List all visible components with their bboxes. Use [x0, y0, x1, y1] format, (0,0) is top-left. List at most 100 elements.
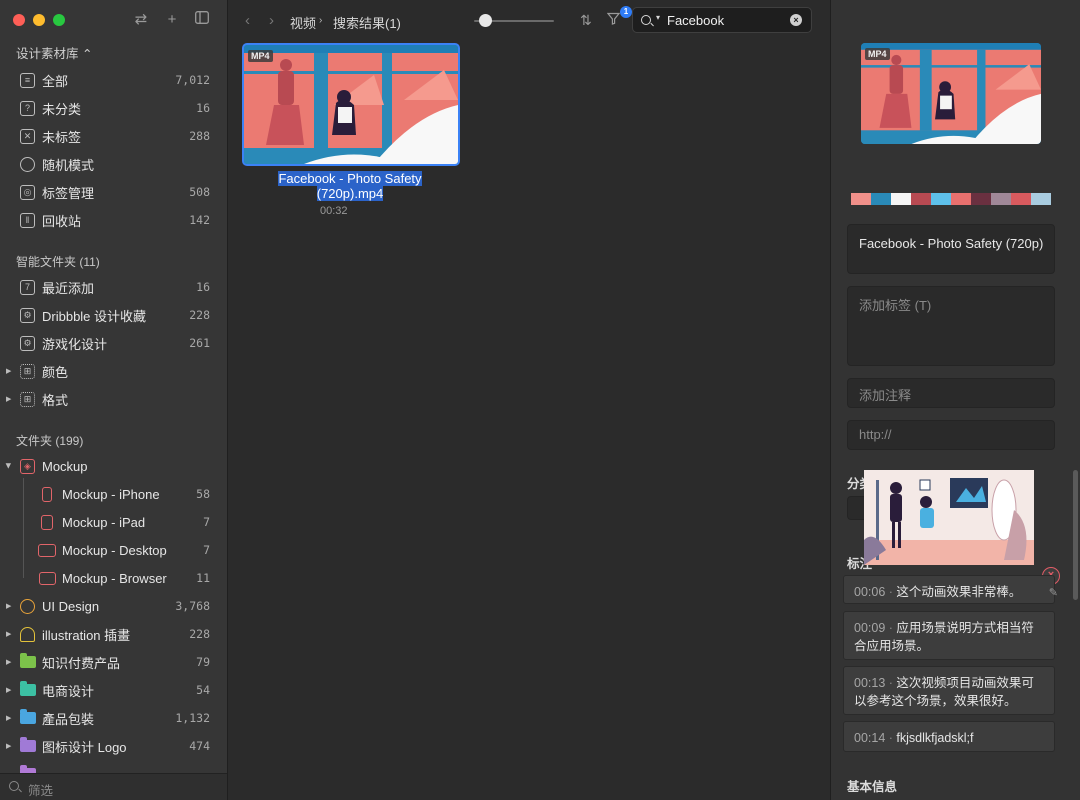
palette-swatch[interactable] [991, 193, 1011, 205]
calendar-icon: 7 [20, 279, 35, 295]
preview-thumbnail[interactable]: MP4 [861, 43, 1041, 144]
sidebar-item-packaging[interactable]: ▶ 產品包裝 1,132 [0, 704, 227, 732]
url-field[interactable]: http:// [847, 420, 1055, 450]
sidebar-item-ui-design[interactable]: ▶ UI Design 3,768 [0, 592, 227, 620]
inspector-scrollbar[interactable] [1073, 470, 1078, 600]
sort-icon[interactable]: ⇅ [580, 12, 592, 29]
palette-swatch[interactable] [931, 193, 951, 205]
clear-search-icon[interactable]: × [790, 14, 802, 26]
search-icon [9, 781, 19, 791]
disclosure-triangle-icon[interactable]: ▶ [6, 395, 11, 403]
hover-preview-frame [864, 470, 1034, 565]
smart-folder-icon: ⚙ [20, 335, 35, 351]
sidebar-item-partial[interactable] [0, 760, 227, 773]
close-window-button[interactable] [13, 14, 25, 26]
note-field[interactable]: 添加注释 [847, 378, 1055, 408]
palette-swatch[interactable] [1011, 193, 1031, 205]
sidebar-item-formats[interactable]: ▶ ⊞ 格式 [0, 385, 227, 413]
smart-folders-title[interactable]: 智能文件夹 (11) [16, 253, 100, 270]
sidebar-item-tag-manager[interactable]: ◎ 标签管理 508 [0, 178, 227, 206]
tablet-icon [41, 514, 53, 530]
video-thumbnail[interactable]: MP4 [242, 43, 460, 166]
search-box[interactable]: ▾ × [632, 7, 812, 33]
inspector-panel: MP4 Facebook - Photo Safety (720p) 添加标签 … [830, 0, 1080, 800]
sidebar-item-logo[interactable]: ▶ 图标设计 Logo 474 [0, 732, 227, 760]
sidebar-item-illustration[interactable]: ▶ illustration 插畫 228 [0, 620, 227, 648]
file-duration: 00:32 [320, 205, 348, 217]
add-icon[interactable]: + [162, 10, 182, 30]
disclosure-triangle-icon[interactable]: ▶ [6, 686, 11, 694]
sidebar-item-mockup-desktop[interactable]: Mockup - Desktop 7 [0, 536, 227, 564]
disclosure-triangle-icon[interactable]: ▶ [6, 658, 11, 666]
disclosure-triangle-icon[interactable]: ▶ [6, 714, 11, 722]
filter-count-badge: 1 [620, 6, 632, 18]
comment-item[interactable]: 00:09 · 应用场景说明方式相当符合应用场景。 [843, 611, 1055, 660]
sidebar-item-gamification[interactable]: ⚙ 游戏化设计 261 [0, 329, 227, 357]
disclosure-triangle-icon[interactable]: ▶ [6, 630, 11, 638]
sidebar-item-mockup-iphone[interactable]: Mockup - iPhone 58 [0, 480, 227, 508]
sidebar-item-random[interactable]: 随机模式 [0, 150, 227, 178]
sidebar-item-colors[interactable]: ▶ ⊞ 颜色 [0, 357, 227, 385]
sidebar-item-trash[interactable]: ‖ 回收站 142 [0, 206, 227, 234]
breadcrumb-root[interactable]: 视频 [290, 13, 316, 32]
palette-swatch[interactable] [851, 193, 871, 205]
sidebar-item-mockup-ipad[interactable]: Mockup - iPad 7 [0, 508, 227, 536]
comment-item[interactable]: 00:06 · 这个动画效果非常棒。 [843, 575, 1055, 604]
bulb-icon [20, 598, 35, 614]
sidebar-item-dribbble[interactable]: ⚙ Dribbble 设计收藏 228 [0, 301, 227, 329]
untagged-icon: ✕ [20, 128, 35, 144]
palette-swatch[interactable] [951, 193, 971, 205]
sidebar-item-all[interactable]: ≡ 全部 7,012 [0, 66, 227, 94]
palette-swatch[interactable] [911, 193, 931, 205]
file-name-label[interactable]: Facebook - Photo Safety (720p).mp4 [274, 171, 426, 201]
zoom-window-button[interactable] [53, 14, 65, 26]
palette-swatch[interactable] [1031, 193, 1051, 205]
filter-icon[interactable] [606, 12, 621, 28]
sidebar-item-mockup[interactable]: ▶ ◈ Mockup [0, 452, 227, 480]
monitor-icon [38, 543, 56, 557]
color-palette [851, 193, 1051, 205]
comment-item[interactable]: 00:14 · fkjsdlkfjadskl;f [843, 721, 1055, 752]
comment-item[interactable]: 00:13 · 这次视频项目动画效果可以参考这个场景，效果很好。 [843, 666, 1055, 715]
sidebar-item-untagged[interactable]: ✕ 未标签 288 [0, 122, 227, 150]
stack-icon: ≡ [20, 72, 35, 88]
tags-field[interactable]: 添加标签 (T) [847, 286, 1055, 366]
sidebar-item-ecommerce[interactable]: ▶ 电商设计 54 [0, 676, 227, 704]
sidebar-toggle-icon[interactable] [192, 10, 212, 30]
search-input[interactable] [667, 11, 782, 29]
breadcrumb-chevron-icon: › [319, 15, 323, 26]
palette-swatch[interactable] [971, 193, 991, 205]
disclosure-triangle-icon[interactable]: ▶ [6, 367, 11, 375]
sidebar-item-uncategorized[interactable]: ? 未分类 16 [0, 94, 227, 122]
title-field[interactable]: Facebook - Photo Safety (720p) [847, 224, 1055, 274]
folders-title[interactable]: 文件夹 (199) [16, 432, 83, 449]
palette-swatch[interactable] [871, 193, 891, 205]
minimize-window-button[interactable] [33, 14, 45, 26]
back-arrow-icon[interactable]: ‹ [245, 12, 250, 29]
filter-bar[interactable]: 筛选 [0, 773, 227, 800]
breadcrumb-current: 搜索结果(1) [333, 16, 401, 31]
edit-pencil-icon[interactable]: ✎ [1049, 586, 1058, 599]
basic-info-label: 基本信息 [847, 780, 898, 794]
folder-icon [20, 709, 36, 724]
palette-swatch[interactable] [891, 193, 911, 205]
format-badge: MP4 [865, 48, 890, 60]
sidebar-item-recent[interactable]: 7 最近添加 16 [0, 273, 227, 301]
disclosure-triangle-icon[interactable]: ▶ [6, 602, 11, 610]
browser-icon [39, 571, 56, 585]
folder-icon [20, 653, 36, 668]
library-switcher[interactable]: 设计素材库 ⌃ [16, 43, 92, 62]
forward-arrow-icon[interactable]: › [269, 12, 274, 29]
zoom-slider-knob[interactable] [479, 14, 492, 27]
sidebar-item-mockup-browser[interactable]: Mockup - Browser 11 [0, 564, 227, 592]
disclosure-triangle-open-icon[interactable]: ▶ [5, 463, 13, 468]
chevron-down-icon[interactable]: ▾ [656, 13, 660, 22]
grid-icon: ⊞ [20, 391, 35, 407]
tag-manager-icon: ◎ [20, 184, 35, 200]
sidebar-item-knowledge[interactable]: ▶ 知识付费产品 79 [0, 648, 227, 676]
disclosure-triangle-icon[interactable]: ▶ [6, 742, 11, 750]
sync-icon[interactable]: ⇄ [131, 10, 151, 30]
filter-input[interactable]: 筛选 [28, 780, 53, 799]
cube-icon: ◈ [20, 458, 35, 474]
grid-icon: ⊞ [20, 363, 35, 379]
